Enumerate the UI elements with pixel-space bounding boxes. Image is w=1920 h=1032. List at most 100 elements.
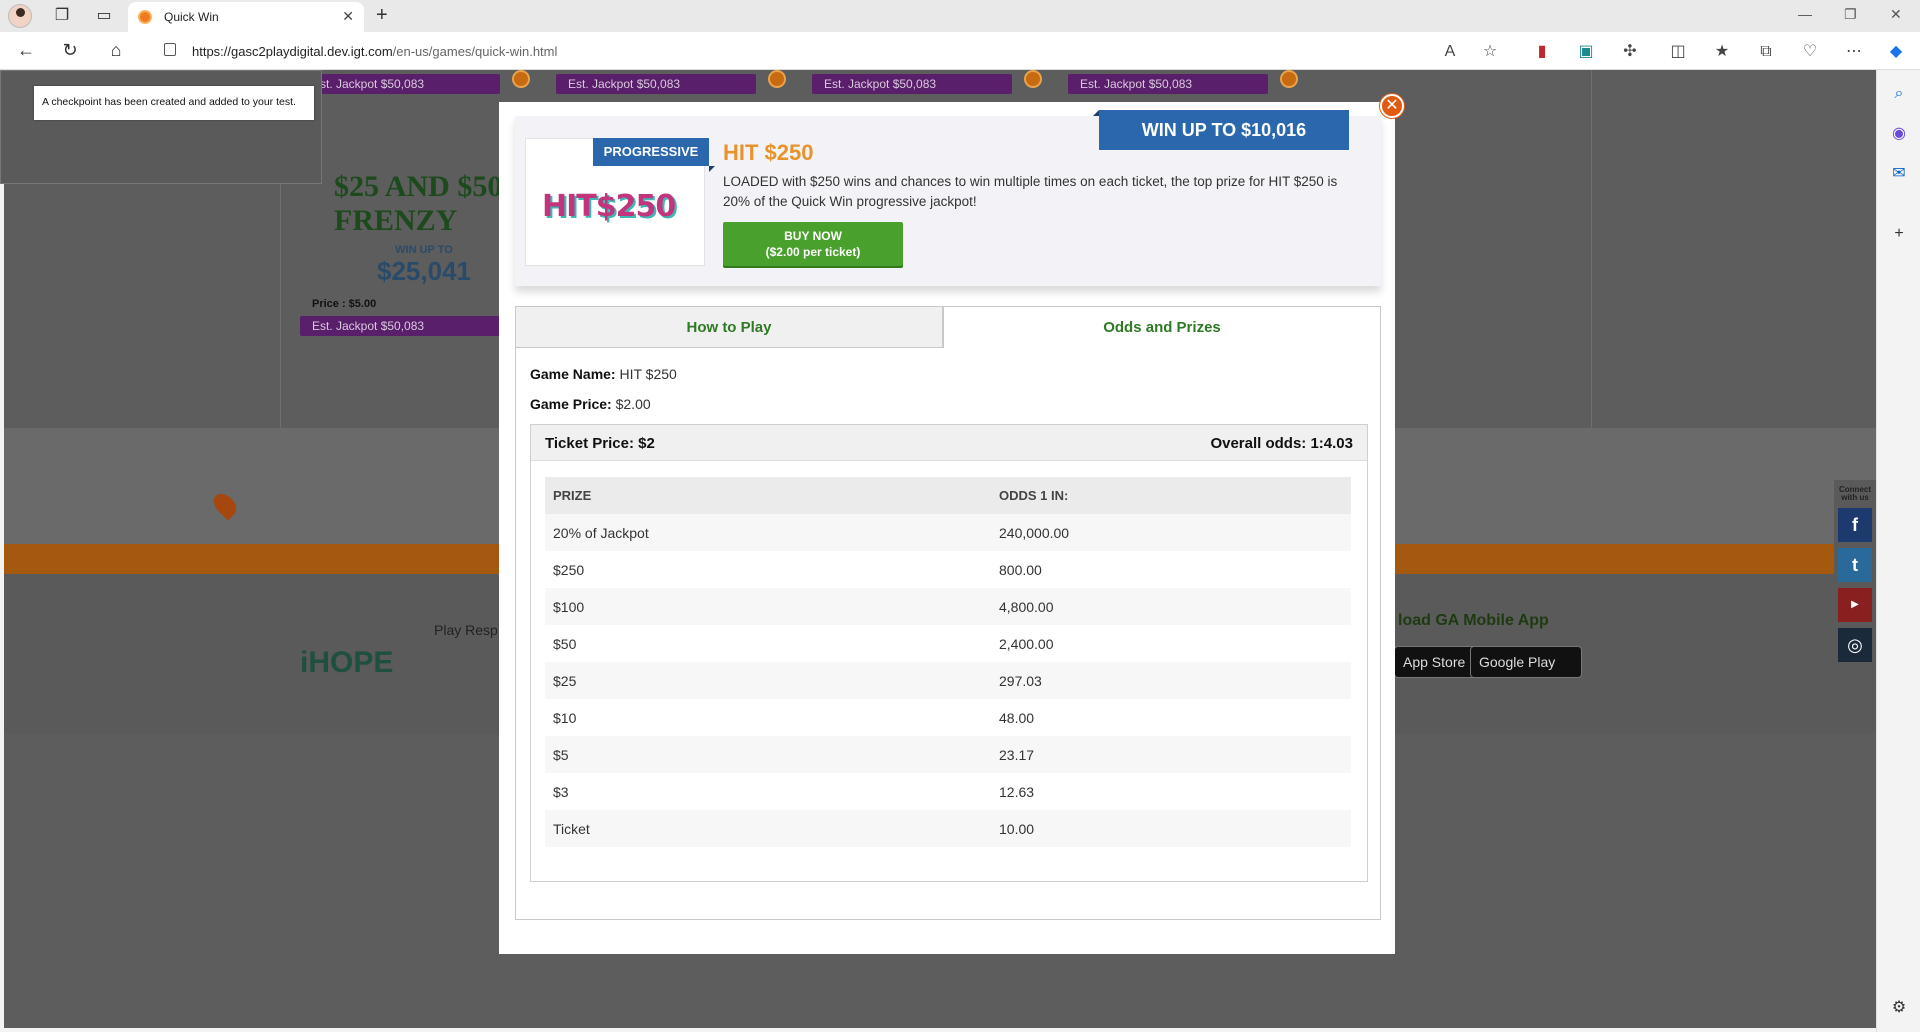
app-store-badge[interactable]: App Store [1394,646,1482,678]
more-menu-icon[interactable]: ⋯ [1844,42,1864,62]
connect-label: Connect with us [1839,485,1871,502]
checkpoint-toast: A checkpoint has been created and added … [34,86,314,120]
odds-cell: 800.00 [991,551,1351,588]
odds-and-prizes-panel: Game Name: HIT $250 Game Price: $2.00 Ti… [515,348,1381,920]
lock-icon[interactable] [164,43,176,56]
settings-gear-icon[interactable]: ⚙ [1887,996,1911,1020]
table-row: $5 23.17 [545,736,1351,773]
coin-icon [768,70,786,88]
extensions-puzzle-icon[interactable]: ✣ [1620,42,1640,62]
prize-cell: Ticket [545,810,991,847]
read-aloud-icon[interactable]: A [1440,42,1460,62]
youtube-icon[interactable]: ▶ [1838,588,1872,622]
close-modal-icon[interactable]: ✕ [1380,94,1404,118]
jackpot-label: Est. Jackpot $50,083 [300,74,500,94]
facebook-icon[interactable]: f [1838,508,1872,542]
refresh-icon[interactable]: ↻ [58,40,82,61]
odds-cell: 2,400.00 [991,625,1351,662]
tab-how-to-play[interactable]: How to Play [515,306,943,348]
odds-cell: 23.17 [991,736,1351,773]
twitter-icon[interactable]: t [1838,548,1872,582]
instagram-icon[interactable]: ◎ [1838,628,1872,662]
modal-tabs: How to Play Odds and Prizes [515,306,1381,348]
copilot-sidebar-icon[interactable]: ◉ [1887,122,1911,146]
game-price-value: $2.00 [615,396,651,412]
table-row: $3 12.63 [545,773,1351,810]
jackpot-label: Est. Jackpot $50,083 [812,74,1012,94]
game-details-modal: WIN UP TO $10,016 HIT$250 PROGRESSIVE HI… [499,102,1395,954]
outlook-icon[interactable]: ✉ [1887,162,1911,186]
coin-icon [1024,70,1042,88]
prize-cell: 20% of Jackpot [545,514,991,551]
odds-cell: 4,800.00 [991,588,1351,625]
google-play-badge[interactable]: Google Play [1470,646,1582,678]
vertical-tabs-icon[interactable]: ▭ [92,4,116,28]
jackpot-label: Est. Jackpot $50,083 [556,74,756,94]
tab-odds-and-prizes[interactable]: Odds and Prizes [943,306,1381,348]
home-icon[interactable]: ⌂ [104,40,128,61]
odds-cell: 10.00 [991,810,1351,847]
favorite-star-icon[interactable]: ☆ [1480,42,1500,62]
win-up-to-banner: WIN UP TO $10,016 [1093,110,1349,150]
coin-icon [512,70,530,88]
new-tab-icon[interactable]: + [376,4,388,26]
jackpot-label: Est. Jackpot $50,083 [300,316,500,336]
favorites-icon[interactable]: ★ [1712,42,1732,62]
prize-cell: $100 [545,588,991,625]
odds-header: Ticket Price: $2 Overall odds: 1:4.03 [531,425,1367,461]
add-sidebar-app-icon[interactable]: + [1887,222,1911,246]
edge-sidebar: ⌕ ◉ ✉ + ⚙ [1876,70,1920,1032]
game-price-row: Game Price: $2.00 [530,396,651,412]
close-tab-icon[interactable]: ✕ [342,8,354,25]
restore-icon[interactable]: ❐ [1844,6,1857,23]
table-row: $25 297.03 [545,662,1351,699]
ticket-price: Ticket Price: $2 [545,435,655,452]
lottery-favicon-icon [138,10,152,24]
frenzy-title: $25 AND $50 FRENZY [334,170,503,237]
odds-cell: 297.03 [991,662,1351,699]
ihope-logo[interactable]: iHOPE [300,646,393,680]
play-responsibly-text: Play Resp [434,622,498,638]
url-field[interactable]: https://gasc2playdigital.dev.igt.com/en-… [150,36,1520,66]
prize-cell: $10 [545,699,991,736]
copilot-icon[interactable]: ◆ [1886,42,1906,62]
frenzy-price: Price : $5.00 [312,298,377,310]
extension-red-icon[interactable]: ▮ [1532,42,1552,62]
browser-tab-bar: ❐ ▭ Quick Win ✕ + — ❐ ✕ [0,0,1920,32]
search-icon[interactable]: ⌕ [1887,82,1911,106]
buy-now-button[interactable]: BUY NOW ($2.00 per ticket) [723,222,903,266]
social-links: Connect with us f t ▶ ◎ [1834,480,1876,680]
workspaces-icon[interactable]: ❐ [50,4,74,28]
prize-cell: $25 [545,662,991,699]
game-price-label: Game Price: [530,396,612,412]
prize-odds-table: PRIZE ODDS 1 IN: 20% of Jackpot 240,000.0… [545,477,1351,847]
close-window-icon[interactable]: ✕ [1890,6,1902,23]
browser-essentials-icon[interactable]: ♡ [1800,42,1820,62]
game-hero: WIN UP TO $10,016 HIT$250 PROGRESSIVE HI… [515,110,1381,286]
tab-title: Quick Win [164,10,219,24]
frenzy-game-card[interactable]: $25 AND $50 FRENZY WIN UP TO $25,041 [334,170,514,287]
back-icon[interactable]: ← [14,40,38,61]
frenzy-win-amount: $25,041 [377,256,471,286]
url-text: https://gasc2playdigital.dev.igt.com/en-… [192,44,558,59]
collections-icon[interactable]: ⧉ [1756,42,1776,62]
split-screen-icon[interactable]: ◫ [1668,42,1688,62]
browser-tab-quick-win[interactable]: Quick Win ✕ [128,2,364,32]
minimize-icon[interactable]: — [1798,6,1812,22]
column-header-odds: ODDS 1 IN: [991,477,1351,514]
profile-avatar[interactable] [8,4,32,28]
extension-teal-icon[interactable]: ▣ [1576,42,1596,62]
frenzy-win-label: WIN UP TO [395,244,453,256]
odds-cell: 240,000.00 [991,514,1351,551]
column-header-prize: PRIZE [545,477,991,514]
table-row: 20% of Jackpot 240,000.00 [545,514,1351,551]
table-header-row: PRIZE ODDS 1 IN: [545,477,1351,514]
table-row: $10 48.00 [545,699,1351,736]
prize-cell: $3 [545,773,991,810]
table-row: $50 2,400.00 [545,625,1351,662]
progressive-badge: PROGRESSIVE [593,138,715,172]
prize-cell: $5 [545,736,991,773]
jackpot-label: Est. Jackpot $50,083 [1068,74,1268,94]
table-row: $100 4,800.00 [545,588,1351,625]
prize-cell: $250 [545,551,991,588]
